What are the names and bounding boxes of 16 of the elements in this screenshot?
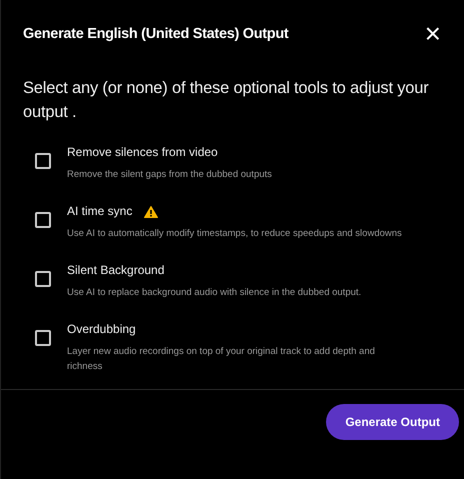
instruction-text: Select any (or none) of these optional tools to adjust your output . (22, 78, 430, 123)
option-description: Remove the silent gaps from the dubbed outputs (67, 168, 273, 182)
close-button[interactable]: × (422, 24, 444, 44)
generate-button[interactable]: Generate Output (326, 404, 459, 440)
dialog-title: Generate English (United States) Output (23, 25, 288, 44)
option-title: Remove silences from video (67, 144, 218, 161)
checkbox[interactable] (35, 212, 51, 228)
option-description: Use AI to replace background audio with silence in the dubbed output. (67, 286, 362, 300)
checkbox[interactable] (35, 271, 51, 287)
option-title: Silent Background (67, 262, 164, 279)
checkbox[interactable] (35, 330, 51, 346)
option-title: AI time sync (67, 203, 132, 220)
checkbox[interactable] (35, 153, 51, 169)
option-description: Layer new audio recordings on top of your original track to add depth and richness (67, 345, 376, 374)
option-title: Overdubbing (67, 321, 136, 338)
option-description: Use AI to automatically modify timestamps, to reduce speedups and slowdowns (67, 227, 403, 241)
